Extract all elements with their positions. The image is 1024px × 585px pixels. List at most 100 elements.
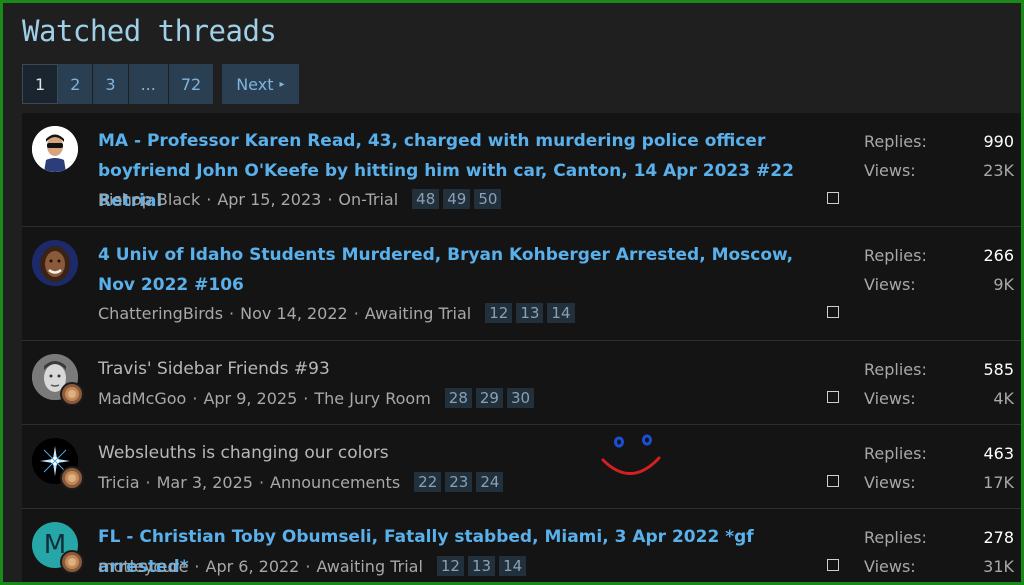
thread-page-link[interactable]: 12 bbox=[485, 303, 513, 323]
thread-meta: Bishop Black · Apr 15, 2023 · On-Trial 4… bbox=[98, 189, 505, 209]
replies-count: 585 bbox=[983, 360, 1014, 379]
replies-count: 990 bbox=[983, 132, 1014, 151]
thread-page-link[interactable]: 29 bbox=[475, 388, 503, 408]
replies-count: 278 bbox=[983, 528, 1014, 547]
meta-separator: · bbox=[353, 303, 359, 323]
meta-separator: · bbox=[258, 472, 265, 492]
thread-page-link[interactable]: 22 bbox=[414, 472, 442, 492]
views-count: 9K bbox=[993, 275, 1014, 294]
thread-forum-link[interactable]: Awaiting Trial bbox=[316, 557, 422, 576]
thread-page-link[interactable]: 49 bbox=[443, 189, 471, 209]
thread-stats: Replies: 266 Views: 9K bbox=[864, 241, 1014, 299]
thread-page-link[interactable]: 23 bbox=[445, 472, 473, 492]
views-label: Views: bbox=[864, 275, 916, 294]
thread-page-link[interactable]: 14 bbox=[499, 556, 527, 576]
next-page-button[interactable]: Next ▸ bbox=[222, 64, 300, 104]
thread-title-link[interactable]: Websleuths is changing our colors bbox=[98, 438, 828, 468]
thread-forum-link[interactable]: The Jury Room bbox=[314, 389, 430, 408]
thread-date-link[interactable]: Mar 3, 2025 bbox=[157, 473, 253, 492]
replies-label: Replies: bbox=[864, 360, 927, 379]
replies-count: 266 bbox=[983, 246, 1014, 265]
thread-page-link[interactable]: 30 bbox=[506, 388, 535, 408]
thread-author-link[interactable]: ChatteringBirds bbox=[98, 304, 223, 323]
thread-page-links: 48 49 50 bbox=[412, 189, 505, 209]
replies-label: Replies: bbox=[864, 528, 927, 547]
meta-separator: · bbox=[194, 556, 200, 576]
meta-separator: · bbox=[229, 303, 235, 323]
select-thread-checkbox[interactable] bbox=[827, 192, 839, 204]
thread-stats: Replies: 990 Views: 23K bbox=[864, 127, 1014, 185]
thread-meta: ChatteringBirds · Nov 14, 2022 · Awaitin… bbox=[98, 303, 579, 323]
page-72-button[interactable]: 72 bbox=[168, 64, 215, 104]
thread-author-link[interactable]: motleycure bbox=[98, 557, 188, 576]
views-count: 17K bbox=[983, 473, 1014, 492]
thread-author-link[interactable]: Tricia bbox=[98, 473, 140, 492]
thread-meta: motleycure · Apr 6, 2022 · Awaiting Tria… bbox=[98, 556, 530, 576]
award-badge-icon bbox=[60, 466, 84, 490]
views-label: Views: bbox=[864, 473, 916, 492]
thread-forum-link[interactable]: Announcements bbox=[270, 473, 400, 492]
thread-page-link[interactable]: 14 bbox=[547, 303, 575, 323]
thread-meta: MadMcGoo · Apr 9, 2025 · The Jury Room 2… bbox=[98, 388, 538, 408]
thread-list: MA - Professor Karen Read, 43, charged w… bbox=[22, 113, 1024, 585]
meta-separator: · bbox=[192, 388, 198, 408]
thread-page-links: 22 23 24 bbox=[414, 472, 507, 492]
thread-date-link[interactable]: Apr 6, 2022 bbox=[206, 557, 300, 576]
thread-title-link[interactable]: 4 Univ of Idaho Students Murdered, Bryan… bbox=[98, 240, 828, 300]
thread-row: 4 Univ of Idaho Students Murdered, Bryan… bbox=[22, 227, 1024, 341]
views-count: 31K bbox=[983, 557, 1014, 576]
page-1-button[interactable]: 1 bbox=[22, 64, 59, 104]
pagination: 1 2 3 ... 72 Next ▸ bbox=[22, 64, 300, 104]
meta-separator: · bbox=[145, 472, 151, 492]
page-title: Watched threads bbox=[22, 14, 277, 48]
thread-row: Websleuths is changing our colors Tricia… bbox=[22, 425, 1024, 509]
views-label: Views: bbox=[864, 557, 916, 576]
thread-title-link[interactable]: Travis' Sidebar Friends #93 bbox=[98, 354, 828, 384]
thread-page-link[interactable]: 12 bbox=[436, 556, 464, 576]
thread-stats: Replies: 278 Views: 31K bbox=[864, 523, 1014, 581]
thread-author-link[interactable]: MadMcGoo bbox=[98, 389, 186, 408]
thread-forum-link[interactable]: On-Trial bbox=[338, 190, 398, 209]
views-label: Views: bbox=[864, 161, 916, 180]
select-thread-checkbox[interactable] bbox=[827, 306, 839, 318]
thread-date-link[interactable]: Apr 15, 2023 bbox=[217, 190, 321, 209]
meta-separator: · bbox=[305, 556, 311, 576]
replies-label: Replies: bbox=[864, 246, 927, 265]
thread-forum-link[interactable]: Awaiting Trial bbox=[365, 304, 471, 323]
select-thread-checkbox[interactable] bbox=[827, 391, 839, 403]
thread-page-link[interactable]: 28 bbox=[444, 388, 472, 408]
thread-page-links: 12 13 14 bbox=[485, 303, 578, 323]
thread-date-link[interactable]: Apr 9, 2025 bbox=[203, 389, 297, 408]
thread-author-link[interactable]: Bishop Black bbox=[98, 190, 200, 209]
page-ellipsis-button[interactable]: ... bbox=[128, 64, 169, 104]
select-thread-checkbox[interactable] bbox=[827, 559, 839, 571]
thread-page-links: 12 13 14 bbox=[436, 556, 530, 576]
thread-page-link[interactable]: 24 bbox=[476, 472, 504, 492]
views-count: 23K bbox=[983, 161, 1014, 180]
award-badge-icon bbox=[60, 382, 84, 406]
thread-row: M FL - Christian Toby Obumseli, Fatally … bbox=[22, 509, 1024, 585]
portrait-avatar-icon[interactable] bbox=[32, 240, 78, 286]
sunglasses-avatar-icon[interactable] bbox=[32, 126, 78, 172]
select-thread-checkbox[interactable] bbox=[827, 475, 839, 487]
thread-row: Travis' Sidebar Friends #93 MadMcGoo · A… bbox=[22, 341, 1024, 425]
page-2-button[interactable]: 2 bbox=[58, 64, 94, 104]
thread-stats: Replies: 585 Views: 4K bbox=[864, 355, 1014, 413]
views-label: Views: bbox=[864, 389, 916, 408]
award-badge-icon bbox=[60, 550, 84, 574]
thread-stats: Replies: 463 Views: 17K bbox=[864, 439, 1014, 497]
replies-count: 463 bbox=[983, 444, 1014, 463]
page-3-button[interactable]: 3 bbox=[93, 64, 129, 104]
meta-separator: · bbox=[327, 189, 333, 209]
meta-separator: · bbox=[206, 189, 212, 209]
replies-label: Replies: bbox=[864, 444, 927, 463]
thread-page-link[interactable]: 13 bbox=[467, 556, 496, 576]
chevron-right-icon: ▸ bbox=[279, 78, 285, 90]
thread-page-link[interactable]: 50 bbox=[474, 189, 502, 209]
views-count: 4K bbox=[993, 389, 1014, 408]
thread-page-link[interactable]: 48 bbox=[412, 189, 440, 209]
thread-meta: Tricia · Mar 3, 2025 · Announcements 22 … bbox=[98, 472, 507, 492]
thread-page-link[interactable]: 13 bbox=[516, 303, 544, 323]
replies-label: Replies: bbox=[864, 132, 927, 151]
thread-date-link[interactable]: Nov 14, 2022 bbox=[240, 304, 348, 323]
